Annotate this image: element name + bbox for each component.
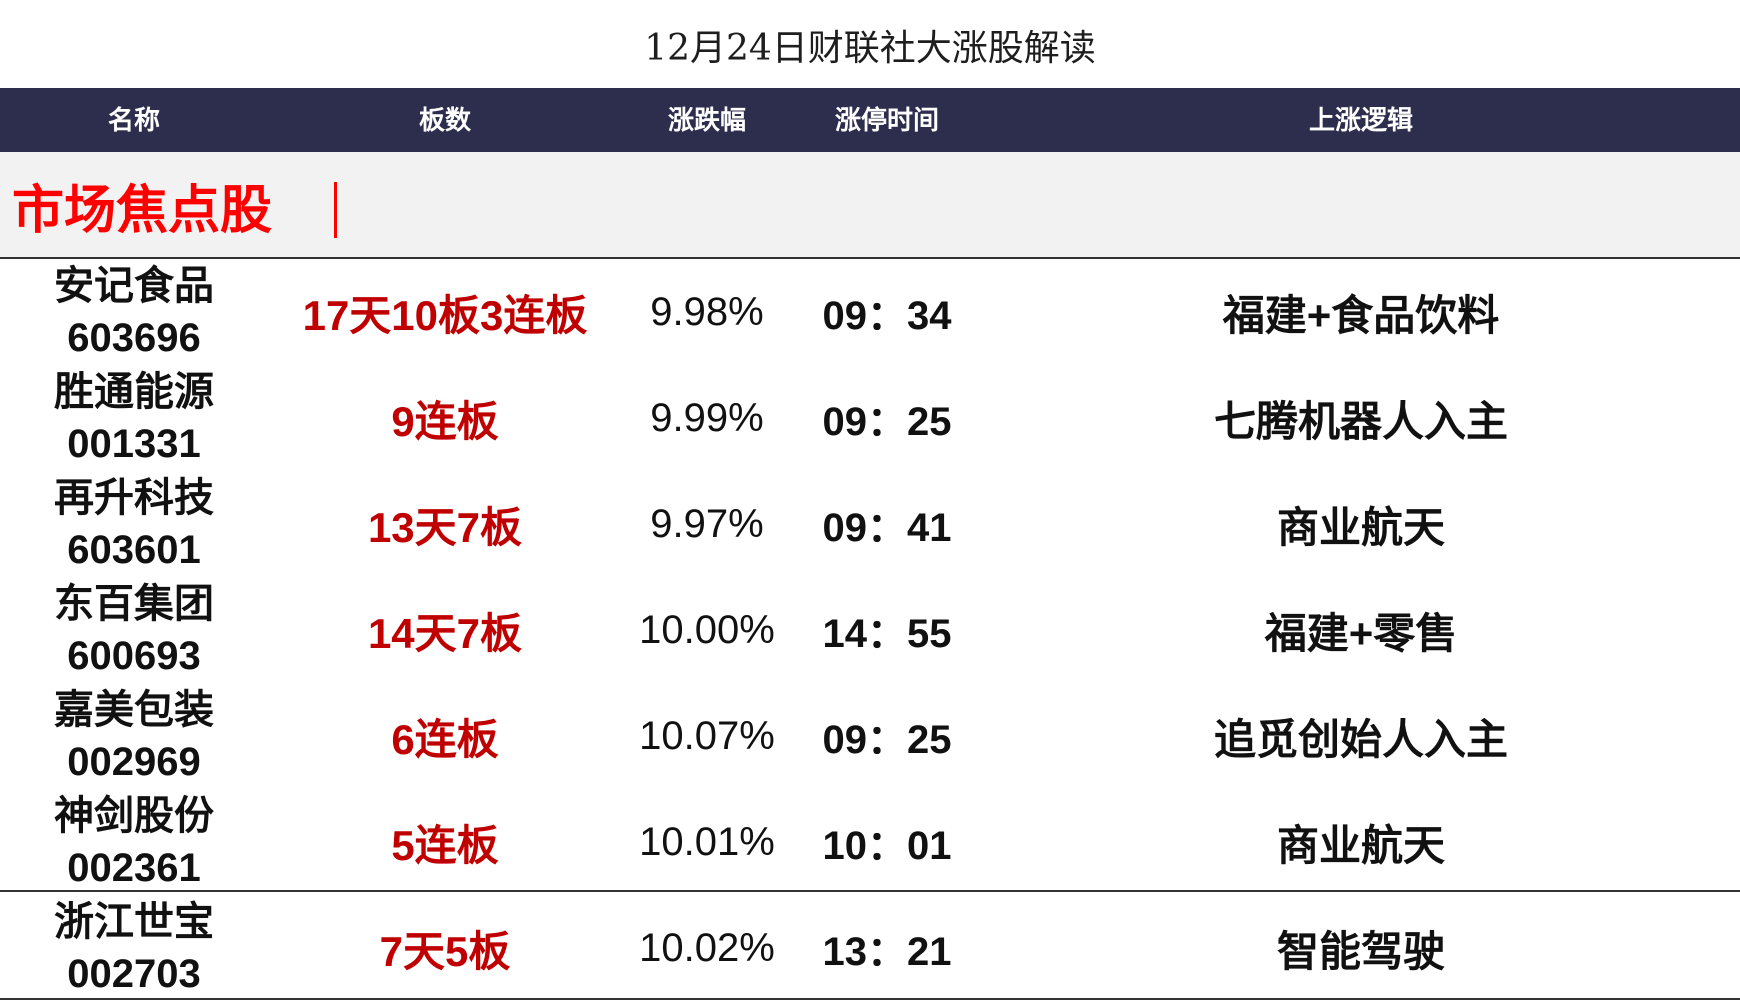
stock-name-cell: 东百集团 600693 [0, 577, 268, 683]
header-limit-time: 涨停时间 [834, 105, 939, 135]
board-count: 13天7板 [367, 503, 523, 551]
change-percent: 9.99% [650, 395, 764, 440]
stock-code: 002703 [67, 952, 201, 996]
change-percent: 10.00% [639, 607, 775, 652]
stock-name: 安记食品 [54, 263, 214, 309]
stock-name-cell: 浙江世宝 002703 [0, 895, 268, 1001]
stock-name-cell: 胜通能源 001331 [0, 365, 268, 471]
stock-code: 002969 [67, 740, 201, 784]
table-row: 嘉美包装 002969 6连板 10.07% 09：25 追觅创始人入主 [0, 683, 1740, 789]
page-title: 12月24日财联社大涨股解读 [644, 28, 1096, 69]
board-count: 5连板 [391, 821, 499, 869]
header-logic: 上涨逻辑 [1308, 105, 1413, 135]
change-percent: 9.97% [650, 501, 764, 546]
stock-name: 神剑股份 [54, 793, 214, 839]
stock-code: 001331 [67, 422, 201, 466]
table-row: 神剑股份 002361 5连板 10.01% 10：01 商业航天 [0, 789, 1740, 895]
limit-up-time: 09：34 [822, 294, 952, 338]
header-board: 板数 [418, 105, 471, 135]
limit-up-time: 09：25 [822, 400, 952, 444]
section-separator [334, 182, 337, 238]
board-count: 17天10板3连板 [302, 291, 588, 339]
board-count: 6连板 [391, 715, 499, 763]
section-band: 市场焦点股 [0, 152, 1740, 257]
rise-logic: 福建+食品饮料 [1222, 291, 1500, 339]
rise-logic: 福建+零售 [1264, 609, 1458, 657]
board-count: 9连板 [391, 397, 499, 445]
section-label: 市场焦点股 [12, 180, 273, 241]
table-row: 东百集团 600693 14天7板 10.00% 14：55 福建+零售 [0, 577, 1740, 683]
rise-logic: 七腾机器人入主 [1213, 397, 1508, 445]
stock-name: 东百集团 [54, 581, 214, 627]
stock-name-cell: 神剑股份 002361 [0, 789, 268, 895]
stock-name-cell: 安记食品 603696 [0, 259, 268, 365]
table-row: 再升科技 603601 13天7板 9.97% 09：41 商业航天 [0, 471, 1740, 577]
limit-up-time: 13：21 [822, 930, 952, 974]
stock-name: 胜通能源 [54, 369, 214, 415]
stock-name: 嘉美包装 [54, 687, 214, 733]
table-row: 浙江世宝 002703 7天5板 10.02% 13：21 智能驾驶 [0, 895, 1740, 1001]
table-row: 安记食品 603696 17天10板3连板 9.98% 09：34 福建+食品饮料 [0, 259, 1740, 365]
rise-logic: 追觅创始人入主 [1213, 715, 1508, 763]
change-percent: 10.02% [639, 925, 775, 970]
table-row: 胜通能源 001331 9连板 9.99% 09：25 七腾机器人入主 [0, 365, 1740, 471]
change-percent: 9.98% [650, 289, 764, 334]
table-header: 名称 板数 涨跌幅 涨停时间 上涨逻辑 [0, 88, 1740, 152]
rise-logic: 智能驾驶 [1276, 927, 1445, 975]
stock-name: 浙江世宝 [54, 899, 214, 945]
stock-code: 600693 [67, 634, 201, 678]
stock-code: 603696 [67, 316, 201, 360]
stock-name-cell: 再升科技 603601 [0, 471, 268, 577]
limit-up-time: 14：55 [822, 612, 952, 656]
board-count: 14天7板 [367, 609, 523, 657]
divider-group [0, 890, 1740, 892]
limit-up-time: 10：01 [822, 824, 952, 868]
board-count: 7天5板 [379, 927, 511, 975]
change-percent: 10.07% [639, 713, 775, 758]
header-name: 名称 [107, 105, 160, 135]
stock-name-cell: 嘉美包装 002969 [0, 683, 268, 789]
stock-name: 再升科技 [54, 475, 214, 521]
change-percent: 10.01% [639, 819, 775, 864]
rise-logic: 商业航天 [1276, 503, 1445, 551]
stock-code: 603601 [67, 528, 201, 572]
header-change: 涨跌幅 [667, 105, 746, 135]
rise-logic: 商业航天 [1276, 821, 1445, 869]
limit-up-time: 09：41 [822, 506, 952, 550]
limit-up-time: 09：25 [822, 718, 952, 762]
stock-code: 002361 [67, 846, 201, 890]
